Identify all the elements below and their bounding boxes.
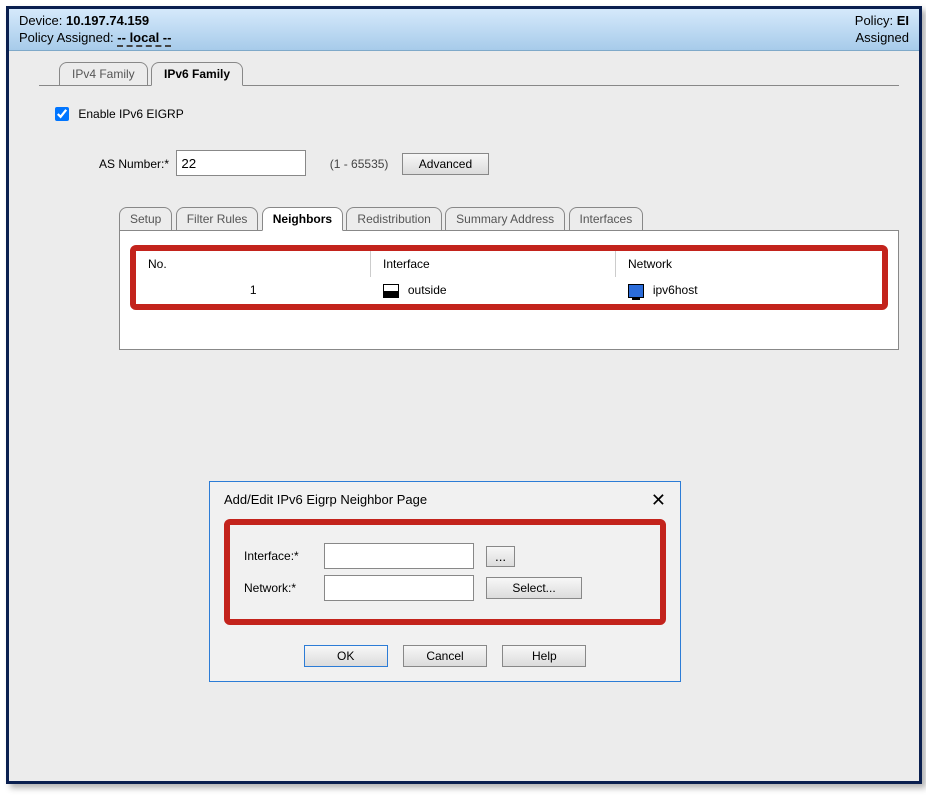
close-icon[interactable]: ✕ xyxy=(647,493,670,507)
policy-right-label: Policy: xyxy=(855,13,893,28)
as-number-row: AS Number:* (1 - 65535) Advanced xyxy=(99,150,899,176)
inner-tabs: Setup Filter Rules Neighbors Redistribut… xyxy=(119,206,899,230)
tab-ipv4-family[interactable]: IPv4 Family xyxy=(59,62,148,86)
enable-eigrp-label: Enable IPv6 EIGRP xyxy=(78,107,183,121)
network-select-button[interactable]: Select... xyxy=(486,577,582,599)
neighbors-panel: No. Interface Network 1 outside xyxy=(119,230,899,350)
add-edit-neighbor-dialog: Add/Edit IPv6 Eigrp Neighbor Page ✕ Inte… xyxy=(209,481,681,682)
help-button[interactable]: Help xyxy=(502,645,586,667)
as-number-label: AS Number:* xyxy=(99,157,169,171)
network-input[interactable] xyxy=(324,575,474,601)
network-field-label: Network:* xyxy=(244,581,324,595)
device-value: 10.197.74.159 xyxy=(66,13,149,28)
policy-right-value: EI xyxy=(897,13,909,28)
col-interface: Interface xyxy=(371,251,616,277)
interface-row: Interface:* ... xyxy=(244,543,646,569)
col-network: Network xyxy=(616,251,883,277)
family-tabs: IPv4 Family IPv6 Family xyxy=(59,61,899,85)
tab-summary-address[interactable]: Summary Address xyxy=(445,207,565,231)
tab-redistribution[interactable]: Redistribution xyxy=(346,207,441,231)
tab-neighbors[interactable]: Neighbors xyxy=(262,207,343,231)
advanced-button[interactable]: Advanced xyxy=(402,153,489,175)
interface-input[interactable] xyxy=(324,543,474,569)
port-icon xyxy=(383,284,399,298)
assigned-right-label: Assigned xyxy=(856,30,909,45)
interface-browse-button[interactable]: ... xyxy=(486,546,515,567)
enable-eigrp-row: Enable IPv6 EIGRP xyxy=(51,104,899,124)
host-icon xyxy=(628,284,644,298)
cell-no: 1 xyxy=(136,277,371,304)
cell-interface: outside xyxy=(371,277,616,304)
device-label: Device: xyxy=(19,13,62,28)
dialog-titlebar: Add/Edit IPv6 Eigrp Neighbor Page ✕ xyxy=(210,482,680,513)
table-header-row: No. Interface Network xyxy=(136,251,882,277)
ok-button[interactable]: OK xyxy=(304,645,388,667)
cancel-button[interactable]: Cancel xyxy=(403,645,487,667)
tab-filter-rules[interactable]: Filter Rules xyxy=(176,207,259,231)
enable-eigrp-checkbox[interactable] xyxy=(55,107,69,121)
interface-field-label: Interface:* xyxy=(244,549,324,563)
header-left: Device: 10.197.74.159 Policy Assigned: -… xyxy=(19,13,171,50)
app-window: Device: 10.197.74.159 Policy Assigned: -… xyxy=(6,6,922,784)
header-bar: Device: 10.197.74.159 Policy Assigned: -… xyxy=(9,9,919,51)
cell-network-text: ipv6host xyxy=(653,283,698,297)
header-right: Policy: EI Assigned xyxy=(855,13,909,50)
inner-tabs-container: Setup Filter Rules Neighbors Redistribut… xyxy=(119,206,899,350)
col-no: No. xyxy=(136,251,371,277)
policy-assigned-label: Policy Assigned: xyxy=(19,30,114,45)
tab-interfaces[interactable]: Interfaces xyxy=(569,207,644,231)
policy-assigned-value[interactable]: -- local -- xyxy=(117,30,171,47)
table-row[interactable]: 1 outside ipv6host xyxy=(136,277,882,304)
neighbors-highlight-box: No. Interface Network 1 outside xyxy=(130,245,888,310)
dialog-actions: OK Cancel Help xyxy=(210,635,680,681)
cell-interface-text: outside xyxy=(408,283,447,297)
dialog-title: Add/Edit IPv6 Eigrp Neighbor Page xyxy=(224,492,427,507)
tab-setup[interactable]: Setup xyxy=(119,207,172,231)
work-area: IPv4 Family IPv6 Family Enable IPv6 EIGR… xyxy=(9,51,919,781)
cell-network: ipv6host xyxy=(616,277,883,304)
dialog-fields-highlight: Interface:* ... Network:* Select... xyxy=(224,519,666,625)
as-number-input[interactable] xyxy=(176,150,306,176)
neighbors-table: No. Interface Network 1 outside xyxy=(136,251,882,304)
network-row: Network:* Select... xyxy=(244,575,646,601)
as-number-hint: (1 - 65535) xyxy=(330,157,389,171)
tab-ipv6-family[interactable]: IPv6 Family xyxy=(151,62,243,86)
